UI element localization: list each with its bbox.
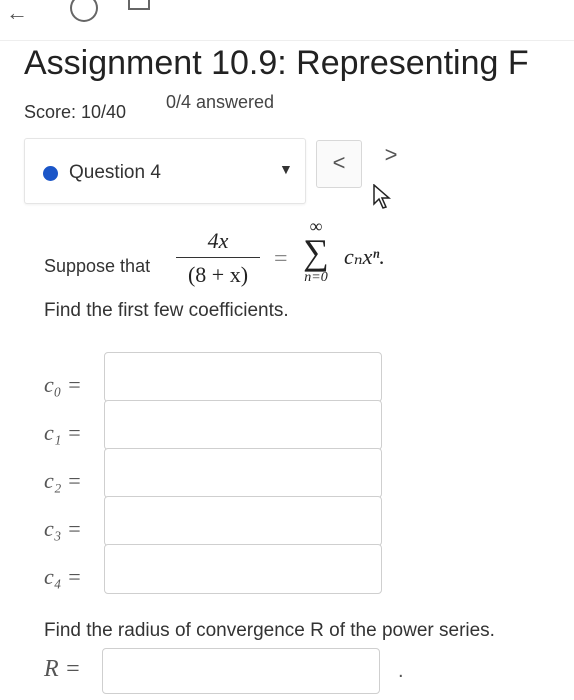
mouse-pointer-icon (373, 184, 392, 209)
radius-trailing-period: . (398, 660, 404, 682)
browser-toolbar: ← (0, 0, 574, 41)
coefficient-label-c2: c₂ = (44, 468, 82, 493)
tabs-icon[interactable] (128, 0, 150, 10)
coefficient-input-c4[interactable] (104, 544, 382, 594)
equals-sign: = (274, 246, 288, 272)
coefficient-input-c1[interactable] (104, 400, 382, 450)
sum-lower-limit: n=0 (304, 270, 328, 285)
fraction-denominator: (8 + x) (187, 262, 249, 287)
answered-count: 0/4 answered (166, 92, 275, 112)
back-arrow-icon[interactable]: ← (6, 0, 28, 26)
coefficient-input-c0[interactable] (104, 352, 382, 402)
question-selector[interactable]: Question 4 ▼ (24, 138, 306, 204)
radius-label: R = (44, 656, 81, 682)
score-text: Score: 10/40 (24, 102, 127, 122)
radius-instruction: Find the radius of convergence R of the … (44, 620, 495, 641)
question-status-dot-icon (43, 166, 58, 181)
series-term: cₙxⁿ. (344, 244, 385, 269)
sigma-icon: ∑ (303, 232, 329, 272)
fraction-numerator: 4x (207, 228, 229, 253)
problem-prompt: Suppose that (44, 256, 151, 276)
dropdown-caret-icon[interactable]: ▼ (279, 161, 293, 177)
page-title: Assignment 10.9: Representing F (24, 44, 529, 82)
instruction-text: Find the first few coefficients. (44, 300, 289, 321)
coefficient-input-c2[interactable] (104, 448, 382, 498)
next-question-button[interactable]: > (368, 132, 414, 180)
coefficient-input-c3[interactable] (104, 496, 382, 546)
radius-input[interactable] (102, 648, 380, 694)
question-label: Question 4 (69, 162, 161, 183)
coefficient-label-c1: c₁ = (44, 420, 82, 445)
reload-icon[interactable] (70, 0, 98, 22)
coefficient-label-c3: c₃ = (44, 516, 82, 541)
fraction-expression: 4x (8 + x) (172, 228, 264, 288)
summation: ∞ ∑ n=0 (296, 216, 336, 286)
coefficient-label-c4: c₄ = (44, 564, 82, 589)
coefficient-label-c0: c₀ = (44, 372, 82, 397)
previous-question-button[interactable]: < (316, 140, 362, 188)
